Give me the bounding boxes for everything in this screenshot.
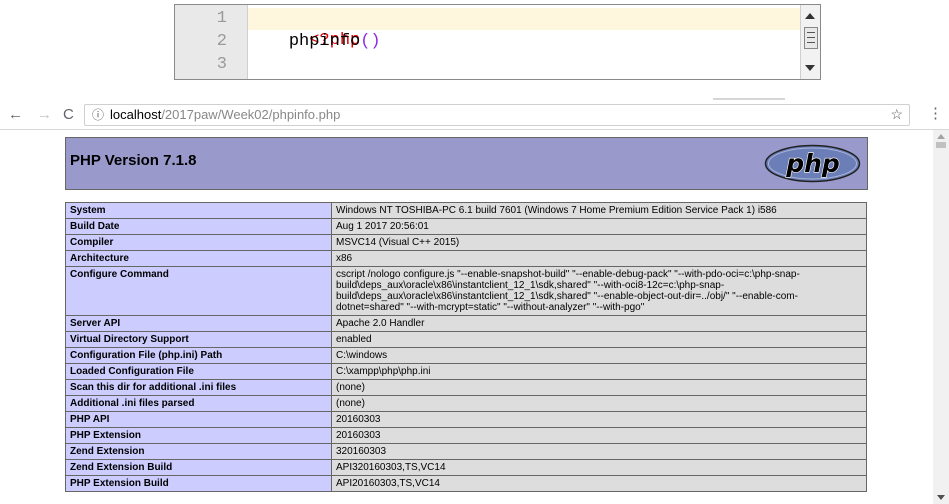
row-value: Aug 1 2017 20:56:01 [331, 218, 867, 235]
table-row: Compiler MSVC14 (Visual C++ 2015) [65, 234, 867, 251]
row-key: Configuration File (php.ini) Path [65, 347, 332, 364]
scroll-thumb[interactable] [804, 27, 818, 49]
row-key: Virtual Directory Support [65, 331, 332, 348]
scroll-down-icon[interactable] [937, 495, 945, 500]
info-icon[interactable]: ⓘ [92, 106, 104, 124]
row-value: MSVC14 (Visual C++ 2015) [331, 234, 867, 251]
scroll-thumb[interactable] [936, 142, 946, 148]
row-value: (none) [331, 379, 867, 396]
function-parens: () [360, 32, 381, 51]
table-row: Configuration File (php.ini) Path C:\wind… [65, 347, 867, 364]
line-number: 2 [216, 32, 227, 51]
row-key: System [65, 202, 332, 219]
row-key: Server API [65, 315, 332, 332]
reload-icon[interactable]: C [63, 105, 74, 125]
row-key: Scan this dir for additional .ini files [65, 379, 332, 396]
row-key: Zend Extension [65, 443, 332, 460]
row-key: PHP Extension [65, 427, 332, 444]
row-value: x86 [331, 250, 867, 267]
row-key: Zend Extension Build [65, 459, 332, 476]
code-line[interactable]: phpinfo() [248, 31, 800, 53]
table-row: Loaded Configuration File C:\xampp\php\ph… [65, 363, 867, 380]
back-arrow-icon[interactable]: ← [8, 105, 23, 125]
line-number-gutter: 1 2 3 [175, 5, 248, 79]
table-row: PHP Extension Build API20160303,TS,VC14 [65, 475, 867, 492]
table-row: PHP API 20160303 [65, 411, 867, 428]
row-value: (none) [331, 395, 867, 412]
tab-strip-edge [713, 98, 785, 100]
url-path: /2017paw/Week02/phpinfo.php [161, 107, 341, 122]
page-scrollbar[interactable] [933, 130, 949, 504]
address-bar[interactable]: ⓘ localhost/2017paw/Week02/phpinfo.php ☆ [84, 104, 910, 126]
row-value: API20160303,TS,VC14 [331, 475, 867, 492]
row-value: 20160303 [331, 427, 867, 444]
browser-menu-icon[interactable]: ⋮ [928, 104, 943, 124]
row-key: Compiler [65, 234, 332, 251]
code-editor[interactable]: 1 2 3 <?php phpinfo() ?> [174, 4, 821, 80]
row-value: Windows NT TOSHIBA-PC 6.1 build 7601 (Wi… [331, 202, 867, 219]
row-value: enabled [331, 331, 867, 348]
row-key: Build Date [65, 218, 332, 235]
table-row: Architecture x86 [65, 250, 867, 267]
table-row: Zend Extension Build API320160303,TS,VC14 [65, 459, 867, 476]
table-row: Scan this dir for additional .ini files(… [65, 379, 867, 396]
scroll-up-icon[interactable] [805, 13, 815, 19]
row-key: PHP API [65, 411, 332, 428]
row-key: Configure Command [65, 266, 332, 316]
page-viewport[interactable]: PHP Version 7.1.8 php System Windows NT T… [0, 130, 933, 504]
row-value: API320160303,TS,VC14 [331, 459, 867, 476]
row-value: Apache 2.0 Handler [331, 315, 867, 332]
table-row: Configure Command cscript /nologo configu… [65, 266, 867, 316]
scroll-up-icon[interactable] [937, 134, 945, 139]
line-number: 3 [216, 55, 227, 74]
phpinfo-table: System Windows NT TOSHIBA-PC 6.1 build 76… [65, 202, 867, 492]
browser-toolbar: ← → C ⓘ localhost/2017paw/Week02/phpinfo… [0, 101, 949, 130]
url-host: localhost [110, 107, 162, 122]
code-line[interactable]: ?> [248, 54, 800, 79]
code-line[interactable]: <?php [248, 8, 800, 50]
table-row: PHP Extension 20160303 [65, 427, 867, 444]
editor-scrollbar[interactable] [800, 5, 820, 79]
scroll-down-icon[interactable] [805, 65, 815, 71]
url-text[interactable]: localhost/2017paw/Week02/phpinfo.php [110, 106, 340, 124]
table-row: Server API Apache 2.0 Handler [65, 315, 867, 332]
php-version-header: PHP Version 7.1.8 php [65, 137, 868, 190]
table-row: Build Date Aug 1 2017 20:56:01 [65, 218, 867, 235]
row-key: Additional .ini files parsed [65, 395, 332, 412]
row-key: Architecture [65, 250, 332, 267]
php-close-tag: ?> [309, 77, 329, 79]
table-row: Zend Extension 320160303 [65, 443, 867, 460]
forward-arrow-icon[interactable]: → [37, 105, 52, 125]
bookmark-star-icon[interactable]: ☆ [890, 105, 903, 124]
row-value: C:\xampp\php\php.ini [331, 363, 867, 380]
row-value: 20160303 [331, 411, 867, 428]
row-value: cscript /nologo configure.js "--enable-s… [331, 266, 867, 316]
code-area[interactable]: <?php phpinfo() ?> [248, 5, 800, 79]
php-logo-icon: php [764, 144, 861, 183]
line-number: 1 [216, 9, 227, 28]
php-logo-text: php [785, 149, 840, 178]
row-key: PHP Extension Build [65, 475, 332, 492]
page-title: PHP Version 7.1.8 [70, 152, 197, 169]
table-row: Additional .ini files parsed (none) [65, 395, 867, 412]
row-key: Loaded Configuration File [65, 363, 332, 380]
function-name: phpinfo [288, 32, 361, 51]
table-row: Virtual Directory Support enabled [65, 331, 867, 348]
table-row: System Windows NT TOSHIBA-PC 6.1 build 76… [65, 202, 867, 219]
row-value: C:\windows [331, 347, 867, 364]
row-value: 320160303 [331, 443, 867, 460]
